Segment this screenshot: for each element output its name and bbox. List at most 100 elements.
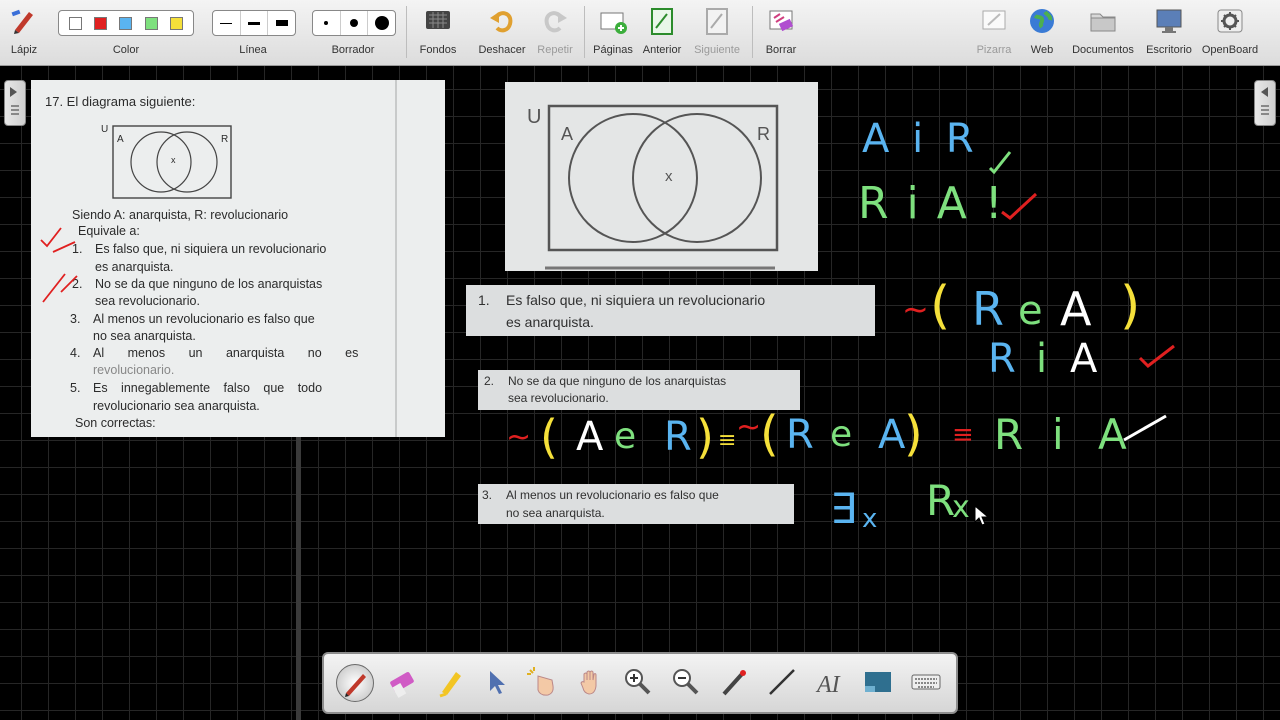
strip-2-line-1: No se da que ninguno de los anarquistas xyxy=(508,374,727,388)
handwriting-ria: R i A ! xyxy=(858,178,1005,229)
hw-e-3: e xyxy=(614,416,637,457)
color-swatch-blue[interactable] xyxy=(119,16,133,30)
eraser-large-option[interactable] xyxy=(368,11,395,35)
option-2-strip[interactable]: 2. No se da que ninguno de los anarquist… xyxy=(478,370,800,410)
hw-tilde-2: ~ xyxy=(506,420,532,455)
keyboard-tool-button[interactable] xyxy=(908,664,944,700)
redo-button[interactable]: Repetir xyxy=(532,0,578,64)
openboard-menu-button[interactable]: OpenBoard xyxy=(1198,0,1262,64)
whiteboard-icon xyxy=(982,10,1006,30)
hw-paren-open-1: ( xyxy=(930,276,951,336)
color-swatches xyxy=(58,10,194,36)
line-thick-option[interactable] xyxy=(268,11,295,35)
pen-button[interactable]: Lápiz xyxy=(4,0,44,64)
line-group: Línea xyxy=(210,0,296,64)
eraser-tool-button[interactable] xyxy=(384,664,420,700)
red-check-marks xyxy=(40,227,78,303)
hw-exists: ∃ xyxy=(830,484,857,533)
color-swatch-white[interactable] xyxy=(69,16,83,30)
hw-a-4: A xyxy=(878,412,906,458)
color-swatch-red[interactable] xyxy=(94,16,108,30)
text-tool-button[interactable]: AI xyxy=(812,664,848,700)
magic-hand-icon xyxy=(527,667,554,696)
pen-tool-button[interactable] xyxy=(336,664,374,702)
right-palette-toggle[interactable] xyxy=(1254,80,1276,126)
handwriting-air: A i R xyxy=(862,116,974,162)
hw-tilde-1: ~ xyxy=(902,290,929,328)
venn-zoom-label-a: A xyxy=(561,124,574,144)
selector-tool-button[interactable] xyxy=(478,664,514,700)
zoom-out-tool-button[interactable] xyxy=(668,664,704,700)
documents-button[interactable]: Documentos xyxy=(1068,0,1138,64)
eraser-group: Borrador xyxy=(310,0,396,64)
eraser-small-option[interactable] xyxy=(313,11,341,35)
desktop-button[interactable]: Escritorio xyxy=(1142,0,1196,64)
hw-r-2: R xyxy=(988,336,1016,382)
eraser-medium-option[interactable] xyxy=(341,11,369,35)
color-group: Color xyxy=(56,0,196,64)
venn-label-a: A xyxy=(117,134,124,145)
capture-tool-button[interactable] xyxy=(860,664,896,700)
handwriting-checks-1 xyxy=(988,151,1038,220)
backgrounds-button[interactable]: Fondos xyxy=(414,0,462,64)
pages-button[interactable]: Páginas xyxy=(590,0,636,64)
option-2-line-1: No se da que ninguno de los anarquistas xyxy=(95,277,323,291)
zoom-in-tool-button[interactable] xyxy=(620,664,656,700)
laser-pointer-tool-button[interactable] xyxy=(716,664,752,700)
hw-r-6: R xyxy=(926,476,956,525)
hw-exists-sub: x xyxy=(862,504,878,534)
strip-2-line-2: sea revolucionario. xyxy=(508,391,609,405)
previous-page-icon xyxy=(651,8,673,35)
hw-r-3: R xyxy=(664,414,692,460)
gear-icon xyxy=(1217,9,1243,33)
hw-equiv-2: ≡ xyxy=(952,420,974,450)
erase-all-button[interactable]: Borrar xyxy=(758,0,804,64)
svg-text:AI: AI xyxy=(815,672,841,698)
capture-icon xyxy=(865,672,891,692)
hw-a-3: A xyxy=(576,414,604,460)
line-tool-button[interactable] xyxy=(764,664,800,700)
hw-tilde-3: ~ xyxy=(736,410,762,445)
line-medium-option[interactable] xyxy=(241,11,269,35)
globe-icon xyxy=(1030,9,1054,33)
exercise-scan[interactable]: 17. El diagrama siguiente: U A R x Siend… xyxy=(31,80,445,437)
marker-tool-button[interactable] xyxy=(432,664,468,700)
previous-page-button[interactable]: Anterior xyxy=(638,0,686,64)
color-swatch-green[interactable] xyxy=(144,16,158,30)
strip-1-line-2: es anarquista. xyxy=(506,314,594,330)
next-page-button[interactable]: Siguiente xyxy=(690,0,744,64)
interactor-tool-button[interactable] xyxy=(524,664,560,700)
redo-icon xyxy=(544,11,567,33)
left-palette-toggle[interactable] xyxy=(4,80,26,126)
venn-diagram xyxy=(112,125,232,199)
color-swatch-yellow[interactable] xyxy=(169,16,183,30)
toolbar-separator xyxy=(406,6,407,58)
undo-button[interactable]: Deshacer xyxy=(474,0,530,64)
board-mode-button[interactable]: Pizarra xyxy=(972,0,1016,64)
venn-zoom-label-r: R xyxy=(757,124,770,144)
arrow-cursor-icon xyxy=(490,671,505,694)
strip-2-number: 2. xyxy=(484,374,495,388)
toolbar-separator xyxy=(584,6,585,58)
zoom-in-icon xyxy=(625,669,651,695)
hw-paren-open-2: ( xyxy=(540,410,558,464)
web-button[interactable]: Web xyxy=(1022,0,1062,64)
venn-label-r: R xyxy=(221,134,229,145)
venn-diagram-zoomed xyxy=(545,104,779,270)
line-width-selector xyxy=(212,10,296,36)
hw-paren-close-3: ) xyxy=(904,406,923,462)
hw-paren-close-1: ) xyxy=(1120,276,1141,336)
red-check-mark xyxy=(1138,344,1175,368)
monitor-icon xyxy=(1156,9,1182,33)
backgrounds-icon xyxy=(426,11,450,29)
venn-zoom-scan[interactable]: U A R x xyxy=(505,82,818,271)
erase-all-icon xyxy=(769,10,794,32)
line-thin-option[interactable] xyxy=(213,11,241,35)
option-1-strip[interactable]: 1. Es falso que, ni siquiera un revoluci… xyxy=(466,285,875,336)
strip-3-line-1: Al menos un revolucionario es falso que xyxy=(506,488,719,502)
chevron-right-icon xyxy=(10,87,17,97)
option-3-strip[interactable]: 3. Al menos un revolucionario es falso q… xyxy=(478,484,794,524)
chevron-left-icon xyxy=(1261,87,1268,97)
laser-pointer-icon xyxy=(722,670,746,696)
hand-tool-button[interactable] xyxy=(574,664,610,700)
